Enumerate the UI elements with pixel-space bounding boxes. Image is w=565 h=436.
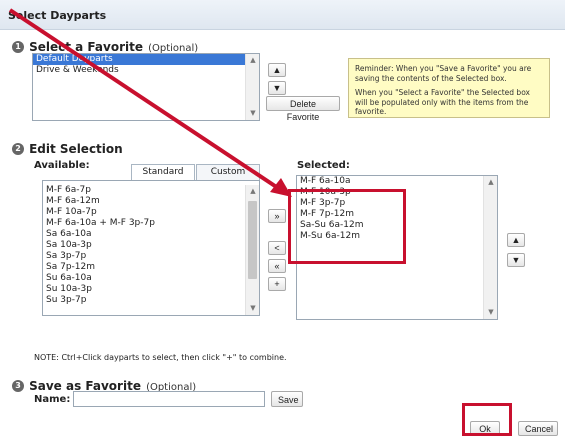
highlight-box-ok [462,403,512,436]
arrow-line [8,8,286,194]
annotation-arrow [8,8,292,197]
highlight-box-selected [288,189,406,264]
